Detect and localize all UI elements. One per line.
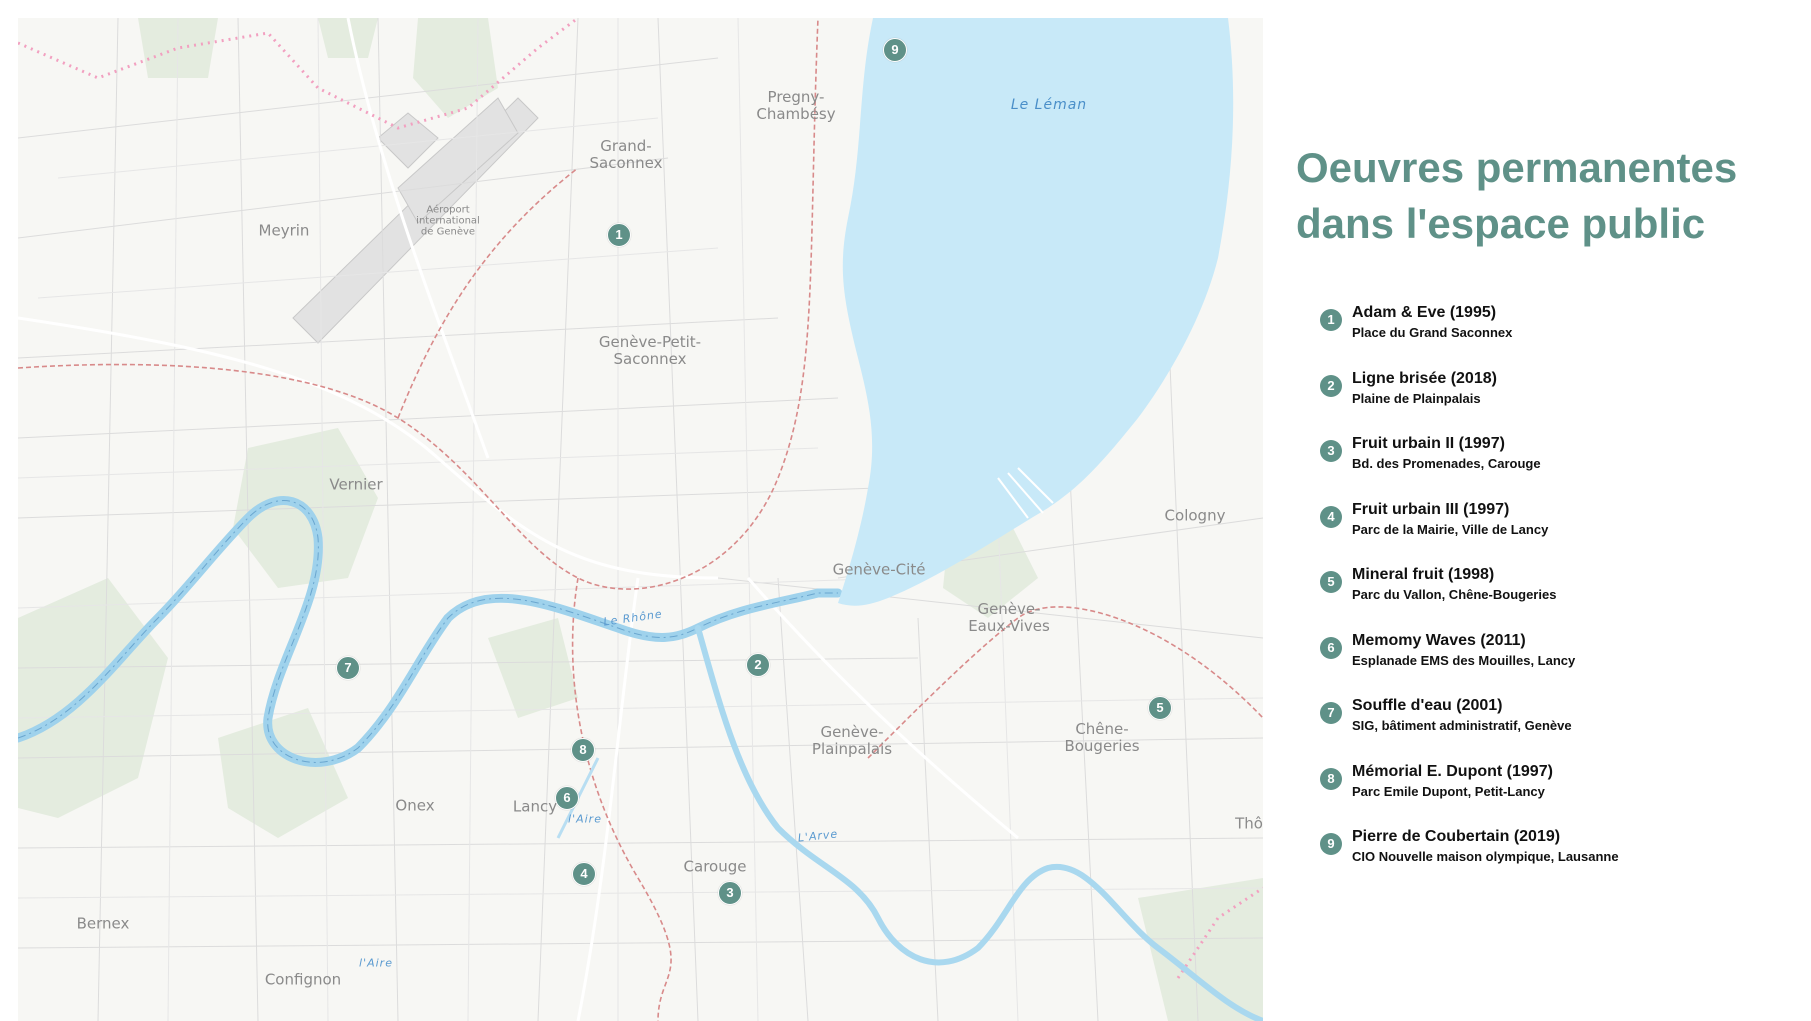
place-geneve-cite: Genève-Cité bbox=[832, 560, 926, 579]
map-marker-1[interactable]: 1 bbox=[607, 223, 631, 247]
map-marker-2[interactable]: 2 bbox=[746, 653, 770, 677]
legend-entry-title: Pierre de Coubertain (2019) bbox=[1352, 828, 1561, 845]
legend-entry-location: Parc de la Mairie, Ville de Lancy bbox=[1352, 521, 1549, 537]
legend-entry-title: Fruit urbain III (1997) bbox=[1352, 500, 1510, 518]
legend-entry-1[interactable]: 1 Adam & Eve (1995) Place du Grand Sacon… bbox=[1296, 304, 1796, 370]
place-tho: Thô bbox=[1235, 814, 1263, 833]
legend-number-badge: 9 bbox=[1320, 833, 1342, 855]
legend-entry-7[interactable]: 7 Souffle d'eau (2001) SIG, bâtiment adm… bbox=[1296, 697, 1796, 763]
legend-entry-location: Esplanade EMS des Mouilles, Lancy bbox=[1352, 652, 1576, 668]
legend-entry-8[interactable]: 8 Mémorial E. Dupont (1997) Parc Emile D… bbox=[1296, 763, 1796, 829]
legend-number-badge: 7 bbox=[1320, 702, 1342, 724]
place-airport: Aéroport international de Genève bbox=[416, 204, 480, 238]
legend-entry-title: Mémorial E. Dupont (1997) bbox=[1352, 762, 1553, 780]
legend-number-badge: 2 bbox=[1320, 374, 1342, 397]
legend-entry-location: Parc du Vallon, Chêne-Bougeries bbox=[1352, 587, 1557, 602]
legend-entries: 1 Adam & Eve (1995) Place du Grand Sacon… bbox=[1296, 304, 1796, 894]
legend-entry-title: Mineral fruit (1998) bbox=[1352, 566, 1495, 583]
place-plainpalais: Genève- Plainpalais bbox=[811, 723, 893, 758]
place-eaux-vives: Genève- Eaux-Vives bbox=[968, 600, 1050, 635]
map-marker-6[interactable]: 6 bbox=[555, 786, 579, 810]
place-onex: Onex bbox=[395, 796, 435, 815]
legend-number-badge: 8 bbox=[1320, 767, 1342, 790]
legend-number-badge: 6 bbox=[1320, 636, 1342, 659]
map-marker-7[interactable]: 7 bbox=[336, 656, 360, 680]
legend-entry-5[interactable]: 5 Mineral fruit (1998) Parc du Vallon, C… bbox=[1296, 566, 1796, 632]
legend-entry-title: Fruit urbain II (1997) bbox=[1352, 435, 1505, 452]
water-label-aire-2: l'Aire bbox=[359, 956, 393, 970]
place-chene: Chêne- Bougeries bbox=[1064, 720, 1140, 755]
place-lancy: Lancy bbox=[512, 797, 558, 816]
map-marker-4[interactable]: 4 bbox=[572, 862, 596, 886]
legend-entry-4[interactable]: 4 Fruit urbain III (1997) Parc de la Mai… bbox=[1296, 501, 1796, 567]
legend-number-badge: 3 bbox=[1320, 440, 1342, 462]
legend-entry-9[interactable]: 9 Pierre de Coubertain (2019) CIO Nouvel… bbox=[1296, 828, 1796, 894]
water-label-leman: Le Léman bbox=[1010, 97, 1088, 113]
place-vernier: Vernier bbox=[329, 475, 383, 494]
legend-entry-title: Souffle d'eau (2001) bbox=[1352, 697, 1503, 714]
legend-entry-2[interactable]: 2 Ligne brisée (2018) Plaine de Plainpal… bbox=[1296, 370, 1796, 436]
legend-entry-location: CIO Nouvelle maison olympique, Lausanne bbox=[1352, 849, 1619, 864]
place-grand-saconnex: Grand- Saconnex bbox=[589, 137, 663, 172]
map-marker-8[interactable]: 8 bbox=[571, 738, 595, 762]
legend-number-badge: 5 bbox=[1320, 571, 1342, 593]
legend-entry-6[interactable]: 6 Memomy Waves (2011) Esplanade EMS des … bbox=[1296, 632, 1796, 698]
place-pregny: Pregny- Chambésy bbox=[756, 88, 836, 123]
legend-title-line-2: dans l'espace public bbox=[1296, 200, 1706, 247]
water-label-aire: l'Aire bbox=[568, 812, 602, 826]
place-petit-saconnex: Genève-Petit- Saconnex bbox=[598, 333, 702, 368]
map: Meyrin Grand- Saconnex Pregny- Chambésy … bbox=[18, 18, 1263, 1021]
legend-entry-3[interactable]: 3 Fruit urbain II (1997) Bd. des Promena… bbox=[1296, 435, 1796, 501]
legend-entry-location: Bd. des Promenades, Carouge bbox=[1352, 456, 1541, 471]
legend-entry-location: Place du Grand Saconnex bbox=[1352, 325, 1513, 340]
legend-title-line-1: Oeuvres permanentes bbox=[1296, 144, 1738, 191]
place-meyrin: Meyrin bbox=[258, 221, 310, 240]
legend-entry-location: SIG, bâtiment administratif, Genève bbox=[1352, 718, 1572, 733]
place-confignon: Confignon bbox=[264, 970, 342, 989]
place-cologny: Cologny bbox=[1164, 506, 1226, 525]
legend: Oeuvres permanentes dans l'espace public… bbox=[1296, 140, 1796, 894]
map-marker-3[interactable]: 3 bbox=[718, 881, 742, 905]
map-marker-5[interactable]: 5 bbox=[1148, 696, 1172, 720]
place-bernex: Bernex bbox=[76, 914, 130, 933]
place-carouge: Carouge bbox=[683, 857, 747, 876]
map-marker-9[interactable]: 9 bbox=[883, 38, 907, 62]
legend-number-badge: 1 bbox=[1320, 309, 1342, 331]
legend-entry-title: Memomy Waves (2011) bbox=[1352, 631, 1526, 649]
legend-number-badge: 4 bbox=[1320, 505, 1342, 528]
legend-entry-location: Parc Emile Dupont, Petit-Lancy bbox=[1352, 783, 1545, 799]
legend-title: Oeuvres permanentes dans l'espace public bbox=[1296, 140, 1796, 252]
legend-entry-title: Ligne brisée (2018) bbox=[1352, 369, 1497, 387]
legend-entry-title: Adam & Eve (1995) bbox=[1352, 304, 1497, 321]
legend-entry-location: Plaine de Plainpalais bbox=[1352, 390, 1481, 406]
